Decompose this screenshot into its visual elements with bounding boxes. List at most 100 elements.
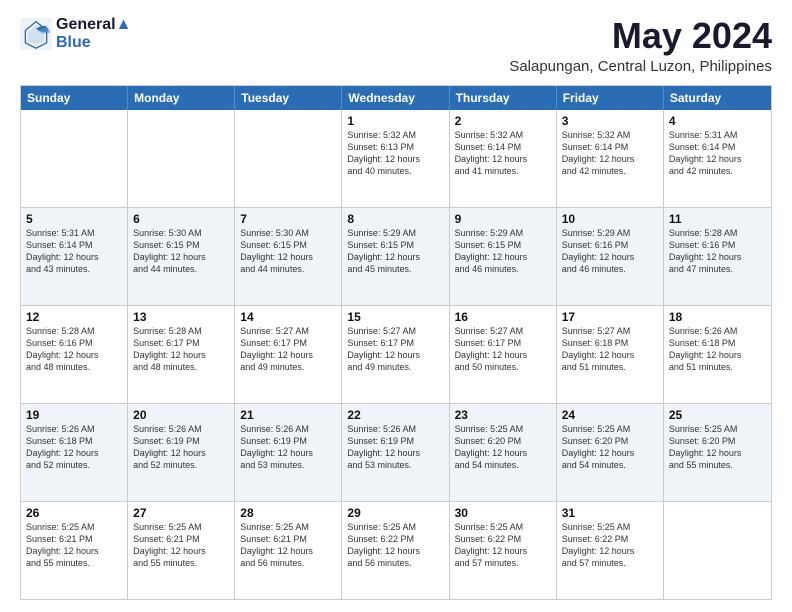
cell-text: Sunrise: 5:27 AM Sunset: 6:17 PM Dayligh…: [455, 325, 551, 374]
calendar-row: 19Sunrise: 5:26 AM Sunset: 6:18 PM Dayli…: [21, 403, 771, 501]
calendar-header-cell: Friday: [557, 86, 664, 110]
day-number: 11: [669, 212, 766, 226]
calendar-cell: 21Sunrise: 5:26 AM Sunset: 6:19 PM Dayli…: [235, 404, 342, 501]
cell-text: Sunrise: 5:26 AM Sunset: 6:19 PM Dayligh…: [133, 423, 229, 472]
day-number: 12: [26, 310, 122, 324]
day-number: 3: [562, 114, 658, 128]
cell-text: Sunrise: 5:28 AM Sunset: 6:16 PM Dayligh…: [669, 227, 766, 276]
calendar-cell: 6Sunrise: 5:30 AM Sunset: 6:15 PM Daylig…: [128, 208, 235, 305]
calendar-cell: 9Sunrise: 5:29 AM Sunset: 6:15 PM Daylig…: [450, 208, 557, 305]
page: General▲ Blue May 2024 Salapungan, Centr…: [0, 0, 792, 612]
day-number: 28: [240, 506, 336, 520]
cell-text: Sunrise: 5:25 AM Sunset: 6:20 PM Dayligh…: [455, 423, 551, 472]
calendar-row: 5Sunrise: 5:31 AM Sunset: 6:14 PM Daylig…: [21, 207, 771, 305]
cell-text: Sunrise: 5:31 AM Sunset: 6:14 PM Dayligh…: [669, 129, 766, 178]
calendar-cell: 19Sunrise: 5:26 AM Sunset: 6:18 PM Dayli…: [21, 404, 128, 501]
day-number: 22: [347, 408, 443, 422]
day-number: 31: [562, 506, 658, 520]
day-number: 8: [347, 212, 443, 226]
day-number: 20: [133, 408, 229, 422]
calendar-cell: 15Sunrise: 5:27 AM Sunset: 6:17 PM Dayli…: [342, 306, 449, 403]
day-number: 6: [133, 212, 229, 226]
calendar-cell: [21, 110, 128, 207]
calendar-cell: 1Sunrise: 5:32 AM Sunset: 6:13 PM Daylig…: [342, 110, 449, 207]
calendar-cell: [128, 110, 235, 207]
cell-text: Sunrise: 5:31 AM Sunset: 6:14 PM Dayligh…: [26, 227, 122, 276]
calendar-cell: 26Sunrise: 5:25 AM Sunset: 6:21 PM Dayli…: [21, 502, 128, 599]
day-number: 13: [133, 310, 229, 324]
calendar-body: 1Sunrise: 5:32 AM Sunset: 6:13 PM Daylig…: [21, 110, 771, 599]
day-number: 26: [26, 506, 122, 520]
calendar-cell: 30Sunrise: 5:25 AM Sunset: 6:22 PM Dayli…: [450, 502, 557, 599]
calendar-cell: 11Sunrise: 5:28 AM Sunset: 6:16 PM Dayli…: [664, 208, 771, 305]
calendar-cell: 28Sunrise: 5:25 AM Sunset: 6:21 PM Dayli…: [235, 502, 342, 599]
calendar-cell: 23Sunrise: 5:25 AM Sunset: 6:20 PM Dayli…: [450, 404, 557, 501]
cell-text: Sunrise: 5:28 AM Sunset: 6:16 PM Dayligh…: [26, 325, 122, 374]
main-title: May 2024: [509, 16, 772, 56]
cell-text: Sunrise: 5:25 AM Sunset: 6:21 PM Dayligh…: [240, 521, 336, 570]
calendar-cell: 24Sunrise: 5:25 AM Sunset: 6:20 PM Dayli…: [557, 404, 664, 501]
calendar-cell: 12Sunrise: 5:28 AM Sunset: 6:16 PM Dayli…: [21, 306, 128, 403]
calendar: SundayMondayTuesdayWednesdayThursdayFrid…: [20, 85, 772, 600]
cell-text: Sunrise: 5:25 AM Sunset: 6:21 PM Dayligh…: [133, 521, 229, 570]
calendar-header-cell: Wednesday: [342, 86, 449, 110]
logo-text: General▲ Blue: [56, 16, 131, 51]
calendar-cell: 20Sunrise: 5:26 AM Sunset: 6:19 PM Dayli…: [128, 404, 235, 501]
day-number: 27: [133, 506, 229, 520]
cell-text: Sunrise: 5:25 AM Sunset: 6:22 PM Dayligh…: [347, 521, 443, 570]
calendar-cell: 29Sunrise: 5:25 AM Sunset: 6:22 PM Dayli…: [342, 502, 449, 599]
cell-text: Sunrise: 5:29 AM Sunset: 6:16 PM Dayligh…: [562, 227, 658, 276]
day-number: 14: [240, 310, 336, 324]
calendar-header: SundayMondayTuesdayWednesdayThursdayFrid…: [21, 86, 771, 110]
day-number: 29: [347, 506, 443, 520]
cell-text: Sunrise: 5:30 AM Sunset: 6:15 PM Dayligh…: [133, 227, 229, 276]
calendar-cell: 5Sunrise: 5:31 AM Sunset: 6:14 PM Daylig…: [21, 208, 128, 305]
day-number: 7: [240, 212, 336, 226]
cell-text: Sunrise: 5:28 AM Sunset: 6:17 PM Dayligh…: [133, 325, 229, 374]
day-number: 2: [455, 114, 551, 128]
calendar-cell: 31Sunrise: 5:25 AM Sunset: 6:22 PM Dayli…: [557, 502, 664, 599]
cell-text: Sunrise: 5:29 AM Sunset: 6:15 PM Dayligh…: [455, 227, 551, 276]
calendar-header-cell: Thursday: [450, 86, 557, 110]
logo-icon: [20, 18, 52, 50]
cell-text: Sunrise: 5:26 AM Sunset: 6:19 PM Dayligh…: [240, 423, 336, 472]
calendar-header-cell: Tuesday: [235, 86, 342, 110]
cell-text: Sunrise: 5:26 AM Sunset: 6:18 PM Dayligh…: [26, 423, 122, 472]
day-number: 4: [669, 114, 766, 128]
cell-text: Sunrise: 5:26 AM Sunset: 6:18 PM Dayligh…: [669, 325, 766, 374]
day-number: 30: [455, 506, 551, 520]
day-number: 1: [347, 114, 443, 128]
calendar-cell: [664, 502, 771, 599]
day-number: 19: [26, 408, 122, 422]
subtitle: Salapungan, Central Luzon, Philippines: [509, 58, 772, 75]
day-number: 15: [347, 310, 443, 324]
day-number: 24: [562, 408, 658, 422]
calendar-row: 12Sunrise: 5:28 AM Sunset: 6:16 PM Dayli…: [21, 305, 771, 403]
logo: General▲ Blue: [20, 16, 131, 51]
day-number: 17: [562, 310, 658, 324]
title-block: May 2024 Salapungan, Central Luzon, Phil…: [509, 16, 772, 75]
calendar-row: 26Sunrise: 5:25 AM Sunset: 6:21 PM Dayli…: [21, 501, 771, 599]
day-number: 18: [669, 310, 766, 324]
cell-text: Sunrise: 5:25 AM Sunset: 6:21 PM Dayligh…: [26, 521, 122, 570]
calendar-cell: 2Sunrise: 5:32 AM Sunset: 6:14 PM Daylig…: [450, 110, 557, 207]
cell-text: Sunrise: 5:27 AM Sunset: 6:17 PM Dayligh…: [347, 325, 443, 374]
cell-text: Sunrise: 5:27 AM Sunset: 6:17 PM Dayligh…: [240, 325, 336, 374]
cell-text: Sunrise: 5:32 AM Sunset: 6:13 PM Dayligh…: [347, 129, 443, 178]
cell-text: Sunrise: 5:32 AM Sunset: 6:14 PM Dayligh…: [455, 129, 551, 178]
calendar-header-cell: Sunday: [21, 86, 128, 110]
day-number: 21: [240, 408, 336, 422]
day-number: 23: [455, 408, 551, 422]
day-number: 25: [669, 408, 766, 422]
header: General▲ Blue May 2024 Salapungan, Centr…: [20, 16, 772, 75]
calendar-cell: 4Sunrise: 5:31 AM Sunset: 6:14 PM Daylig…: [664, 110, 771, 207]
cell-text: Sunrise: 5:32 AM Sunset: 6:14 PM Dayligh…: [562, 129, 658, 178]
day-number: 16: [455, 310, 551, 324]
calendar-header-cell: Monday: [128, 86, 235, 110]
cell-text: Sunrise: 5:30 AM Sunset: 6:15 PM Dayligh…: [240, 227, 336, 276]
calendar-cell: 16Sunrise: 5:27 AM Sunset: 6:17 PM Dayli…: [450, 306, 557, 403]
calendar-cell: 25Sunrise: 5:25 AM Sunset: 6:20 PM Dayli…: [664, 404, 771, 501]
calendar-cell: 18Sunrise: 5:26 AM Sunset: 6:18 PM Dayli…: [664, 306, 771, 403]
cell-text: Sunrise: 5:25 AM Sunset: 6:22 PM Dayligh…: [455, 521, 551, 570]
cell-text: Sunrise: 5:27 AM Sunset: 6:18 PM Dayligh…: [562, 325, 658, 374]
